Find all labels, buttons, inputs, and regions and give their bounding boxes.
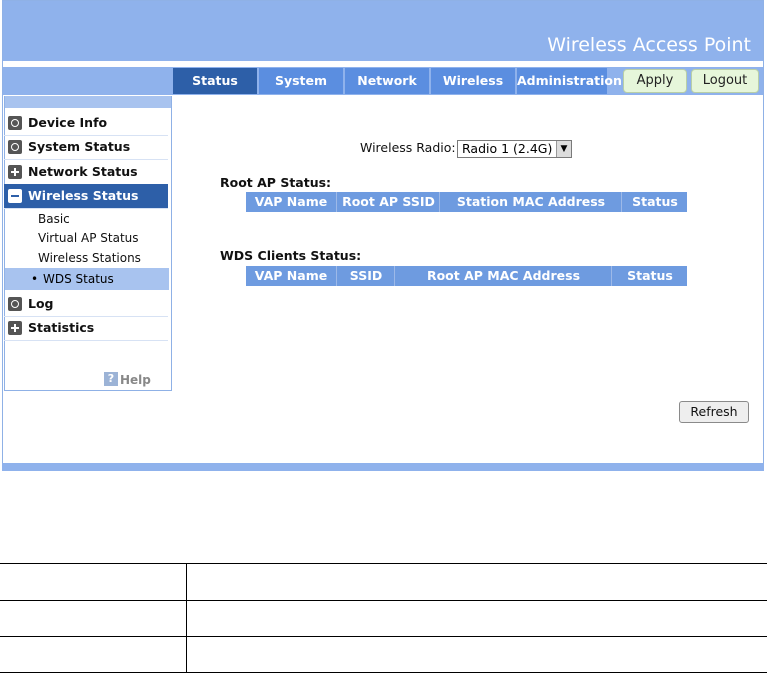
- column-header: Status: [621, 192, 688, 212]
- header-banner: Wireless Access Point: [3, 1, 763, 61]
- sidebar-item-label: Wireless Status: [28, 188, 139, 203]
- chevron-down-icon: ▼: [556, 141, 571, 157]
- sidebar-item-label: Device Info: [28, 115, 108, 130]
- root-ap-table-header: VAP Name Root AP SSID Station MAC Addres…: [246, 192, 687, 212]
- wireless-radio-select[interactable]: Radio 1 (2.4G) ▼: [457, 140, 572, 158]
- sidebar-item-label: Log: [28, 296, 54, 311]
- table-divider: [186, 563, 187, 673]
- sidebar-cap: [5, 96, 171, 108]
- refresh-button[interactable]: Refresh: [679, 401, 749, 423]
- wds-clients-status-title: WDS Clients Status:: [220, 248, 362, 263]
- tab-network[interactable]: Network: [345, 68, 429, 94]
- help-link[interactable]: ? Help: [104, 372, 151, 388]
- top-nav: Status System Network Wireless Administr…: [3, 67, 763, 95]
- sidebar-subitem-wireless-stations[interactable]: Wireless Stations: [38, 249, 141, 267]
- sidebar-subitem-basic[interactable]: Basic: [38, 210, 70, 228]
- table-rule: [0, 636, 767, 637]
- footer-bar: [2, 463, 764, 471]
- app-title: Wireless Access Point: [547, 34, 751, 56]
- table-rule: [0, 600, 767, 601]
- sidebar-item-wireless-status[interactable]: Wireless Status: [4, 184, 168, 209]
- wireless-radio-value: Radio 1 (2.4G): [462, 141, 553, 156]
- column-header: VAP Name: [254, 268, 328, 283]
- column-header: Status: [611, 266, 688, 286]
- sidebar-item-network-status[interactable]: Network Status: [4, 160, 168, 185]
- column-header: SSID: [336, 266, 395, 286]
- minus-icon: [8, 189, 22, 203]
- tab-status[interactable]: Status: [173, 68, 257, 94]
- sidebar-item-label: Network Status: [28, 164, 138, 179]
- column-header: VAP Name: [254, 194, 328, 209]
- sidebar-item-statistics[interactable]: Statistics: [4, 316, 168, 341]
- sidebar-subitem-virtual-ap-status[interactable]: Virtual AP Status: [38, 229, 139, 247]
- column-header: Root AP MAC Address: [394, 266, 612, 286]
- tab-system[interactable]: System: [259, 68, 343, 94]
- column-header: Station MAC Address: [439, 192, 622, 212]
- circle-icon: [8, 297, 22, 311]
- circle-icon: [8, 140, 22, 154]
- tab-wireless[interactable]: Wireless: [431, 68, 515, 94]
- wds-clients-table-header: VAP Name SSID Root AP MAC Address Status: [246, 266, 687, 286]
- apply-button[interactable]: Apply: [623, 69, 687, 93]
- help-label: Help: [120, 373, 151, 387]
- sidebar-item-label: Statistics: [28, 320, 95, 335]
- sidebar-item-label: System Status: [28, 139, 131, 154]
- table-rule: [0, 563, 767, 564]
- help-icon: ?: [104, 372, 118, 386]
- bullet-icon: •: [31, 272, 39, 286]
- sidebar-subitem-label: WDS Status: [43, 272, 114, 286]
- circle-icon: [8, 116, 22, 130]
- tab-administration[interactable]: Administration: [517, 68, 622, 94]
- sidebar-item-system-status[interactable]: System Status: [4, 135, 168, 160]
- plus-icon: [8, 321, 22, 335]
- plus-icon: [8, 165, 22, 179]
- sidebar-subitem-wds-status[interactable]: • WDS Status: [5, 268, 169, 290]
- root-ap-status-title: Root AP Status:: [220, 175, 332, 190]
- wireless-radio-label: Wireless Radio:: [360, 140, 456, 155]
- sidebar-item-log[interactable]: Log: [4, 292, 168, 317]
- sidebar-item-device-info[interactable]: Device Info: [4, 111, 168, 136]
- column-header: Root AP SSID: [336, 192, 440, 212]
- logout-button[interactable]: Logout: [691, 69, 759, 93]
